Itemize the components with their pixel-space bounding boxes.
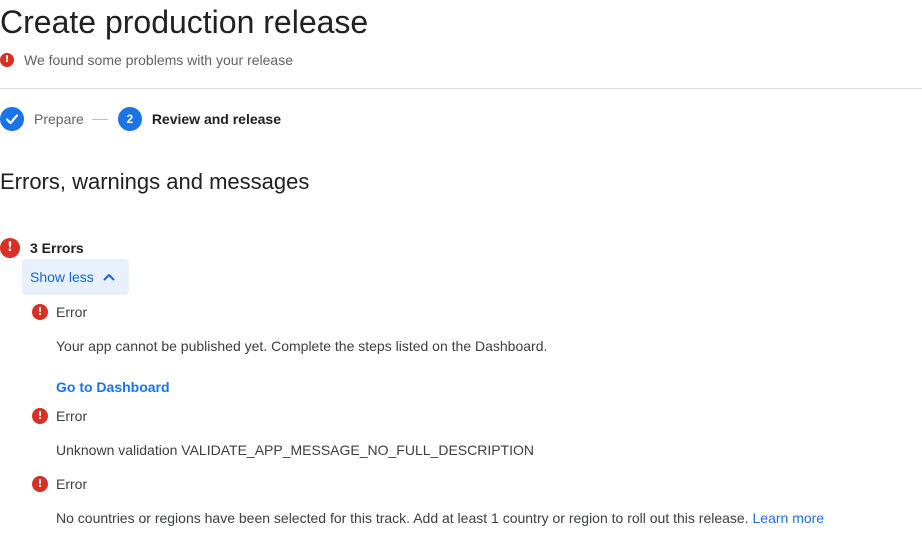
error-icon: ! xyxy=(32,408,48,424)
step-review-label: Review and release xyxy=(151,111,281,127)
step-connector xyxy=(91,118,108,120)
step-prepare-label[interactable]: Prepare xyxy=(34,111,84,127)
page-title: Create production release xyxy=(0,4,369,40)
error-icon: ! xyxy=(32,476,48,492)
error-item-2: ! Error xyxy=(32,407,87,425)
error-item-3: ! Error xyxy=(32,475,87,493)
go-to-dashboard-link[interactable]: Go to Dashboard xyxy=(56,379,170,395)
learn-more-link[interactable]: Learn more xyxy=(753,510,825,526)
error-message: No countries or regions have been select… xyxy=(56,510,749,526)
release-stepper: Prepare 2 Review and release xyxy=(0,107,281,131)
problem-banner: ! We found some problems with your relea… xyxy=(0,51,293,69)
error-severity: Error xyxy=(56,476,88,492)
error-severity: Error xyxy=(56,304,88,320)
error-icon: ! xyxy=(32,304,48,320)
error-message-row: No countries or regions have been select… xyxy=(56,510,824,526)
problem-banner-text: We found some problems with your release xyxy=(24,52,293,68)
chevron-up-icon xyxy=(102,270,116,284)
show-less-label: Show less xyxy=(30,269,94,285)
error-icon: ! xyxy=(0,53,14,67)
error-severity: Error xyxy=(56,408,88,424)
section-title: Errors, warnings and messages xyxy=(0,169,310,194)
step-review-number: 2 xyxy=(117,107,142,131)
header-divider xyxy=(0,88,922,89)
error-message: Unknown validation VALIDATE_APP_MESSAGE_… xyxy=(56,442,535,458)
error-message: Your app cannot be published yet. Comple… xyxy=(56,338,548,354)
show-less-button[interactable]: Show less xyxy=(22,259,129,295)
error-item-1: ! Error xyxy=(32,303,87,321)
error-icon: ! xyxy=(0,238,20,258)
errors-count: 3 Errors xyxy=(30,240,84,256)
step-prepare-check-icon[interactable] xyxy=(0,107,24,131)
errors-header: ! 3 Errors xyxy=(0,238,84,258)
